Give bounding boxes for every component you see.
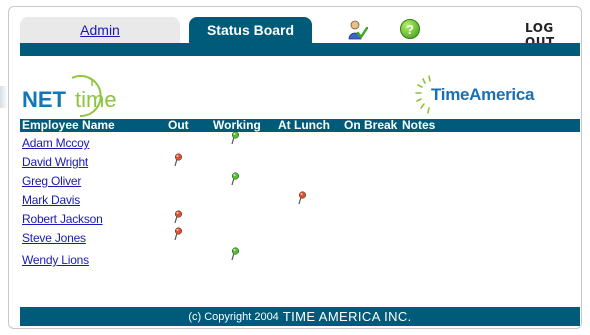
timeamerica-logo-text: TimeAmerica [431, 85, 535, 104]
top-nav: Admin Status Board ? LOG OUT [20, 17, 580, 49]
side-shadow [0, 86, 8, 108]
nettime-logo-net: NET [22, 87, 66, 112]
status-pin-icon [231, 247, 240, 261]
status-pin-icon [174, 227, 183, 241]
table-row: Steve Jones [20, 227, 580, 248]
status-pin-icon [231, 172, 240, 186]
employee-link[interactable]: David Wright [22, 155, 88, 169]
col-employee-name: Employee Name [22, 118, 115, 132]
table-row: Robert Jackson [20, 210, 580, 229]
table-row: Mark Davis [20, 191, 580, 210]
status-pin-icon [174, 210, 183, 224]
footer-copyright: (c) Copyright 2004 [188, 310, 279, 323]
table-row: Wendy Lions [20, 247, 580, 270]
footer-company: TIME AMERICA INC. [282, 309, 412, 324]
col-at-lunch: At Lunch [278, 118, 330, 132]
table-row: David Wright [20, 153, 580, 172]
employee-link[interactable]: Wendy Lions [22, 253, 89, 267]
status-pin-icon [231, 131, 240, 145]
help-icon[interactable]: ? [400, 19, 420, 39]
table-row: Greg Oliver [20, 172, 580, 191]
employee-link[interactable]: Steve Jones [22, 231, 86, 245]
timeamerica-logo: TimeAmerica [414, 72, 544, 122]
table-header: Employee Name Out Working At Lunch On Br… [20, 119, 580, 132]
user-check-icon[interactable] [346, 19, 369, 40]
col-out: Out [168, 118, 189, 132]
employee-link[interactable]: Adam Mccoy [22, 136, 90, 150]
tab-status-board[interactable]: Status Board [189, 17, 312, 43]
tab-admin[interactable]: Admin [20, 17, 180, 43]
nettime-logo-time: time [75, 87, 117, 112]
nettime-logo: NET time [22, 74, 132, 118]
status-pin-icon [174, 153, 183, 167]
col-on-break: On Break [344, 118, 398, 132]
footer: (c) Copyright 2004 TIME AMERICA INC. [20, 307, 580, 326]
employee-link[interactable]: Mark Davis [22, 193, 80, 207]
nav-underbar [20, 43, 580, 56]
employee-link[interactable]: Greg Oliver [22, 174, 81, 188]
status-pin-icon [298, 191, 307, 205]
table-row: Adam Mccoy [20, 131, 580, 153]
employee-link[interactable]: Robert Jackson [22, 212, 103, 226]
col-notes: Notes [402, 118, 436, 132]
